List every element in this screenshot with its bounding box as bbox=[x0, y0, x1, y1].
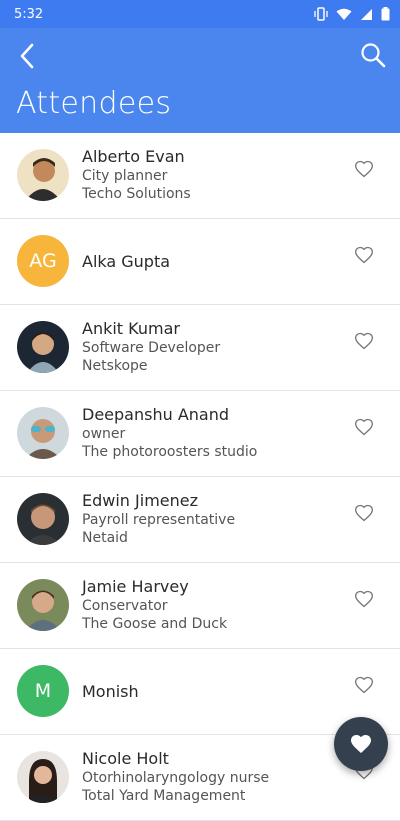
heart-outline-icon[interactable] bbox=[354, 503, 374, 523]
attendee-title: Payroll representative bbox=[82, 512, 236, 528]
status-bar: 5:32 bbox=[0, 0, 400, 28]
attendee-name: Ankit Kumar bbox=[82, 319, 180, 338]
attendee-info: Monish bbox=[82, 649, 139, 735]
heart-outline-icon[interactable] bbox=[354, 245, 374, 265]
heart-outline-icon[interactable] bbox=[354, 675, 374, 695]
attendee-title: Otorhinolaryngology nurse bbox=[82, 770, 270, 786]
list-item[interactable]: Ankit Kumar Software Developer Netskope bbox=[0, 305, 400, 391]
attendee-info: Edwin Jimenez Payroll representative Net… bbox=[82, 491, 235, 547]
avatar-initials: AG bbox=[17, 235, 69, 287]
attendee-name: Alberto Evan bbox=[82, 147, 185, 166]
signal-icon bbox=[361, 8, 372, 20]
wifi-icon bbox=[336, 8, 352, 20]
attendee-title: Conservator bbox=[82, 598, 168, 614]
attendee-name: Jamie Harvey bbox=[82, 577, 189, 596]
avatar-initials: M bbox=[17, 665, 69, 717]
heart-outline-icon[interactable] bbox=[354, 159, 374, 179]
heart-outline-icon[interactable] bbox=[354, 589, 374, 609]
attendee-name: Monish bbox=[82, 682, 139, 701]
avatar bbox=[17, 579, 69, 631]
attendee-name: Deepanshu Anand bbox=[82, 405, 229, 424]
search-button[interactable] bbox=[360, 42, 386, 68]
attendee-company: Total Yard Management bbox=[82, 788, 246, 804]
back-arrow-icon bbox=[20, 43, 34, 69]
attendee-company: Techo Solutions bbox=[82, 186, 191, 202]
heart-filled-icon bbox=[351, 735, 371, 753]
list-item[interactable]: Alberto Evan City planner Techo Solution… bbox=[0, 133, 400, 219]
attendee-name: Edwin Jimenez bbox=[82, 491, 198, 510]
avatar-initials-text: AG bbox=[29, 250, 57, 272]
avatar bbox=[17, 751, 69, 803]
attendee-company: Netaid bbox=[82, 530, 128, 546]
heart-outline-icon[interactable] bbox=[354, 331, 374, 351]
app-bar: Attendees bbox=[0, 28, 400, 133]
attendee-info: Jamie Harvey Conservator The Goose and D… bbox=[82, 577, 227, 633]
avatar bbox=[17, 149, 69, 201]
battery-icon bbox=[381, 7, 390, 21]
heart-outline-icon[interactable] bbox=[354, 417, 374, 437]
list-item[interactable]: Jamie Harvey Conservator The Goose and D… bbox=[0, 563, 400, 649]
list-item[interactable]: Edwin Jimenez Payroll representative Net… bbox=[0, 477, 400, 563]
favorites-fab[interactable] bbox=[334, 717, 388, 771]
attendee-name: Alka Gupta bbox=[82, 252, 171, 271]
attendee-title: owner bbox=[82, 426, 126, 442]
attendee-list: Alberto Evan City planner Techo Solution… bbox=[0, 133, 400, 821]
avatar bbox=[17, 321, 69, 373]
attendee-title: City planner bbox=[82, 168, 168, 184]
attendee-name: Nicole Holt bbox=[82, 749, 169, 768]
attendee-info: Nicole Holt Otorhinolaryngology nurse To… bbox=[82, 749, 269, 805]
attendee-company: The Goose and Duck bbox=[82, 616, 228, 632]
avatar bbox=[17, 493, 69, 545]
list-item[interactable]: Deepanshu Anand owner The photoroosters … bbox=[0, 391, 400, 477]
status-time: 5:32 bbox=[14, 6, 44, 22]
attendee-info: Ankit Kumar Software Developer Netskope bbox=[82, 319, 220, 375]
attendee-info: Deepanshu Anand owner The photoroosters … bbox=[82, 405, 257, 461]
avatar bbox=[17, 407, 69, 459]
search-icon bbox=[361, 43, 386, 68]
attendee-info: Alka Gupta bbox=[82, 219, 170, 305]
status-icons bbox=[314, 7, 390, 21]
attendee-company: The photoroosters studio bbox=[82, 444, 258, 460]
avatar-initials-text: M bbox=[34, 680, 52, 702]
back-button[interactable] bbox=[16, 42, 40, 70]
attendee-company: Netskope bbox=[82, 358, 148, 374]
page-title: Attendees bbox=[16, 86, 172, 121]
attendee-title: Software Developer bbox=[82, 340, 221, 356]
vibrate-icon bbox=[314, 7, 328, 21]
attendee-info: Alberto Evan City planner Techo Solution… bbox=[82, 147, 191, 203]
list-item[interactable]: AG Alka Gupta bbox=[0, 219, 400, 305]
list-item[interactable]: M Monish bbox=[0, 649, 400, 735]
